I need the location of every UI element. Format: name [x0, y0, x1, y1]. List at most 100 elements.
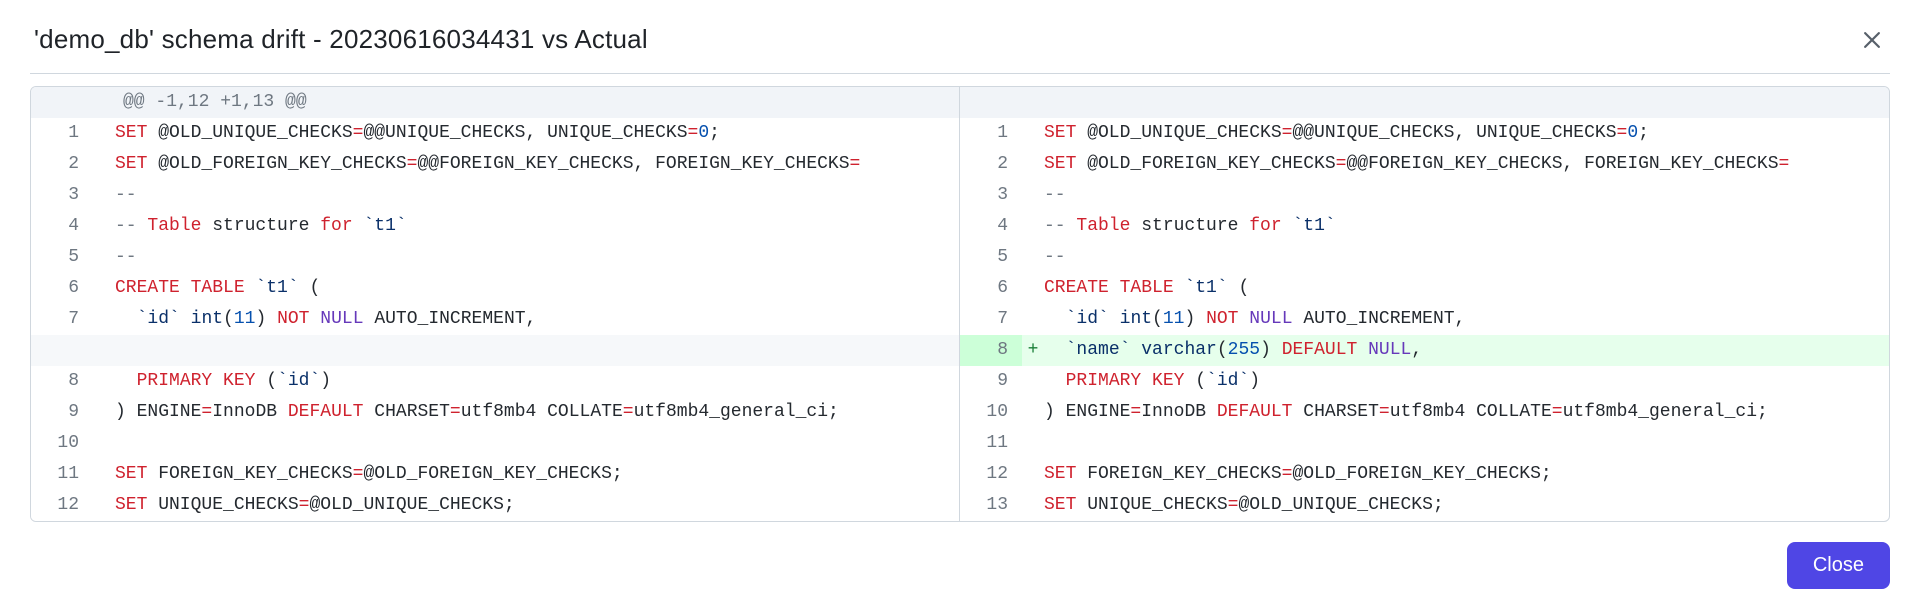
close-button[interactable]: Close — [1787, 542, 1890, 589]
diff-line: 7 `id` int(11) NOT NULL AUTO_INCREMENT, — [960, 304, 1889, 335]
code-content: SET FOREIGN_KEY_CHECKS=@OLD_FOREIGN_KEY_… — [115, 459, 959, 490]
diff-sign — [93, 397, 115, 428]
code-content — [115, 335, 959, 366]
diff-line: 10 ) ENGINE=InnoDB DEFAULT CHARSET=utf8mb… — [960, 397, 1889, 428]
diff-sign — [93, 273, 115, 304]
code-content: CREATE TABLE `t1` ( — [1044, 273, 1889, 304]
diff-sign — [1022, 428, 1044, 459]
diff-line: 11 — [960, 428, 1889, 459]
code-content: SET FOREIGN_KEY_CHECKS=@OLD_FOREIGN_KEY_… — [1044, 459, 1889, 490]
line-number: 8 — [31, 366, 93, 397]
diff-line: 6 CREATE TABLE `t1` ( — [31, 273, 959, 304]
line-number: 5 — [31, 242, 93, 273]
diff-sign — [93, 490, 115, 521]
code-content: SET UNIQUE_CHECKS=@OLD_UNIQUE_CHECKS; — [115, 490, 959, 521]
diff-sign — [93, 335, 115, 366]
line-number: 4 — [960, 211, 1022, 242]
line-number: 12 — [31, 490, 93, 521]
code-content — [1044, 428, 1889, 459]
diff-sign — [93, 180, 115, 211]
diff-line: 10 — [31, 428, 959, 459]
diff-hunk-header — [960, 87, 1889, 118]
line-number: 11 — [960, 428, 1022, 459]
diff-pane-right: 1SET @OLD_UNIQUE_CHECKS=@@UNIQUE_CHECKS,… — [960, 87, 1889, 521]
diff-line: 5 -- — [960, 242, 1889, 273]
diff-sign — [93, 118, 115, 149]
line-number — [31, 335, 93, 366]
line-number: 13 — [960, 490, 1022, 521]
line-number: 4 — [31, 211, 93, 242]
code-content: -- — [115, 180, 959, 211]
diff-sign — [93, 366, 115, 397]
line-number: 10 — [31, 428, 93, 459]
code-content: ) ENGINE=InnoDB DEFAULT CHARSET=utf8mb4 … — [115, 397, 959, 428]
code-content: PRIMARY KEY (`id`) — [115, 366, 959, 397]
code-content: ) ENGINE=InnoDB DEFAULT CHARSET=utf8mb4 … — [1044, 397, 1889, 428]
diff-line — [31, 335, 959, 366]
diff-line: 8+ `name` varchar(255) DEFAULT NULL, — [960, 335, 1889, 366]
code-content: -- — [1044, 242, 1889, 273]
dialog-header: 'demo_db' schema drift - 20230616034431 … — [30, 18, 1890, 74]
code-content: -- — [1044, 180, 1889, 211]
code-content: SET @OLD_FOREIGN_KEY_CHECKS=@@FOREIGN_KE… — [1044, 149, 1889, 180]
diff-line: 12 SET FOREIGN_KEY_CHECKS=@OLD_FOREIGN_KE… — [960, 459, 1889, 490]
line-number: 3 — [31, 180, 93, 211]
line-number: 9 — [31, 397, 93, 428]
diff-sign — [93, 428, 115, 459]
code-content: `id` int(11) NOT NULL AUTO_INCREMENT, — [115, 304, 959, 335]
diff-sign — [1022, 397, 1044, 428]
line-number: 12 — [960, 459, 1022, 490]
code-content: CREATE TABLE `t1` ( — [115, 273, 959, 304]
dialog-title: 'demo_db' schema drift - 20230616034431 … — [34, 24, 648, 55]
diff-sign — [1022, 366, 1044, 397]
diff-sign: + — [1022, 335, 1044, 366]
code-content: SET @OLD_UNIQUE_CHECKS=@@UNIQUE_CHECKS, … — [115, 118, 959, 149]
line-number: 5 — [960, 242, 1022, 273]
line-number: 7 — [31, 304, 93, 335]
code-content: PRIMARY KEY (`id`) — [1044, 366, 1889, 397]
diff-line: 9 ) ENGINE=InnoDB DEFAULT CHARSET=utf8mb4… — [31, 397, 959, 428]
diff-sign — [1022, 273, 1044, 304]
close-icon[interactable] — [1858, 26, 1886, 54]
dialog-footer: Close — [30, 522, 1890, 589]
diff-sign — [1022, 211, 1044, 242]
diff-line: 8 PRIMARY KEY (`id`) — [31, 366, 959, 397]
line-number: 1 — [31, 118, 93, 149]
diff-sign — [93, 304, 115, 335]
code-content — [115, 428, 959, 459]
code-content: SET @OLD_FOREIGN_KEY_CHECKS=@@FOREIGN_KE… — [115, 149, 959, 180]
line-number: 10 — [960, 397, 1022, 428]
diff-hunk-header: @@ -1,12 +1,13 @@ — [31, 87, 959, 118]
diff-line: 2SET @OLD_FOREIGN_KEY_CHECKS=@@FOREIGN_K… — [960, 149, 1889, 180]
diff-line: 3 -- — [960, 180, 1889, 211]
code-content: -- Table structure for `t1` — [1044, 211, 1889, 242]
diff-line: 6CREATE TABLE `t1` ( — [960, 273, 1889, 304]
diff-line: 11 SET FOREIGN_KEY_CHECKS=@OLD_FOREIGN_KE… — [31, 459, 959, 490]
diff-sign — [1022, 304, 1044, 335]
diff-sign — [93, 242, 115, 273]
line-number: 3 — [960, 180, 1022, 211]
line-number: 1 — [960, 118, 1022, 149]
diff-line: 4 -- Table structure for `t1` — [960, 211, 1889, 242]
code-content: `name` varchar(255) DEFAULT NULL, — [1044, 335, 1889, 366]
diff-line: 9 PRIMARY KEY (`id`) — [960, 366, 1889, 397]
diff-line: 3 -- — [31, 180, 959, 211]
diff-line: 12 SET UNIQUE_CHECKS=@OLD_UNIQUE_CHECKS; — [31, 490, 959, 521]
code-content: SET UNIQUE_CHECKS=@OLD_UNIQUE_CHECKS; — [1044, 490, 1889, 521]
diff-sign — [1022, 149, 1044, 180]
line-number: 11 — [31, 459, 93, 490]
line-number: 2 — [31, 149, 93, 180]
line-number: 7 — [960, 304, 1022, 335]
diff-sign — [93, 149, 115, 180]
diff-sign — [93, 459, 115, 490]
diff-sign — [1022, 180, 1044, 211]
schema-drift-dialog: 'demo_db' schema drift - 20230616034431 … — [0, 0, 1920, 613]
diff-line: 13 SET UNIQUE_CHECKS=@OLD_UNIQUE_CHECKS; — [960, 490, 1889, 521]
diff-line: 1 SET @OLD_UNIQUE_CHECKS=@@UNIQUE_CHECKS,… — [31, 118, 959, 149]
diff-pane-left: @@ -1,12 +1,13 @@1 SET @OLD_UNIQUE_CHECKS… — [31, 87, 960, 521]
diff-viewer: @@ -1,12 +1,13 @@1SET @OLD_UNIQUE_CHECKS… — [30, 86, 1890, 522]
diff-sign — [1022, 118, 1044, 149]
line-number: 6 — [31, 273, 93, 304]
diff-line: 1SET @OLD_UNIQUE_CHECKS=@@UNIQUE_CHECKS,… — [960, 118, 1889, 149]
line-number: 9 — [960, 366, 1022, 397]
